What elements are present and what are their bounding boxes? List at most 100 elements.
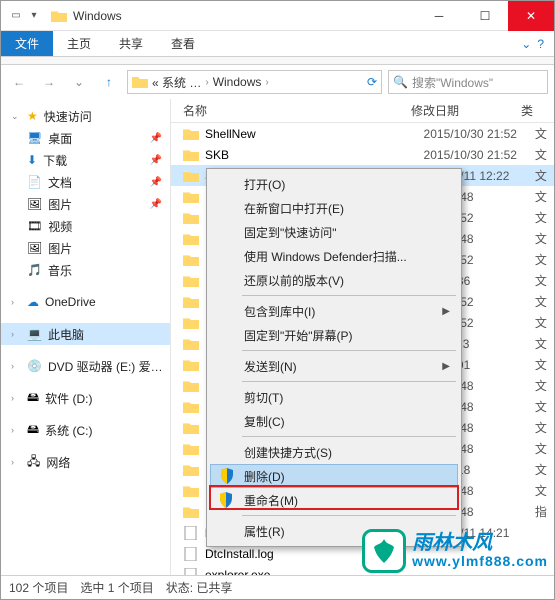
col-type[interactable]: 类	[521, 102, 541, 119]
nav-forward-button: →	[37, 70, 61, 94]
tab-share[interactable]: 共享	[105, 31, 157, 56]
maximize-button[interactable]: ☐	[462, 1, 508, 31]
picture-icon: 🖼	[27, 241, 42, 255]
status-selected: 选中 1 个项目	[80, 579, 153, 596]
file-type: 文	[535, 146, 554, 163]
col-name[interactable]: 名称	[171, 102, 411, 119]
ribbon-caret[interactable]: ⌄?	[521, 37, 554, 51]
ctx-sep	[242, 381, 456, 382]
column-headers[interactable]: 名称 修改日期 类	[171, 99, 554, 123]
file-name: SKB	[205, 148, 418, 162]
folder-icon	[183, 421, 199, 435]
sidebar-item-thispc[interactable]: ›💻此电脑	[1, 323, 170, 345]
ctx-cut[interactable]: 剪切(T)	[210, 385, 458, 409]
breadcrumb-a[interactable]: « 系统 …	[152, 74, 201, 91]
ctx-defender[interactable]: 使用 Windows Defender扫描...	[210, 244, 458, 268]
pc-icon: 💻	[27, 327, 42, 341]
ctx-rename[interactable]: 重命名(M)	[210, 488, 458, 512]
search-placeholder: 搜索"Windows"	[412, 74, 493, 91]
addr-folder-icon	[132, 75, 148, 89]
pin-icon: 📌	[150, 199, 162, 210]
pin-icon: 📌	[150, 177, 162, 188]
qat-new-icon[interactable]: ▾	[27, 9, 41, 23]
file-type: 文	[535, 419, 554, 436]
nav-up-button[interactable]: ↑	[97, 70, 121, 94]
sidebar-item-network[interactable]: ›🖧网络	[1, 451, 170, 473]
chevron-right-icon[interactable]: ›	[265, 77, 268, 88]
ctx-newwin[interactable]: 在新窗口中打开(E)	[210, 196, 458, 220]
refresh-button[interactable]: ⟳	[367, 75, 377, 89]
folder-icon	[183, 232, 199, 246]
qat: ▭ ▾	[9, 9, 41, 23]
file-date: 2015/10/30 21:52	[424, 127, 529, 141]
file-type: 文	[535, 251, 554, 268]
sidebar-item-desktop[interactable]: 🖥桌面📌	[1, 127, 170, 149]
tab-file[interactable]: 文件	[1, 31, 53, 56]
drive-icon: 🖴	[27, 388, 39, 409]
ctx-delete[interactable]: 删除(D)	[210, 464, 458, 488]
search-icon: 🔍	[393, 75, 408, 89]
document-icon: 📄	[27, 175, 42, 189]
col-date[interactable]: 修改日期	[411, 102, 521, 119]
window-folder-icon	[51, 8, 67, 24]
watermark: 雨林木风 www.ylmf888.com	[362, 529, 548, 573]
breadcrumb-b[interactable]: Windows	[213, 75, 262, 89]
file-name: ShellNew	[205, 127, 418, 141]
file-date: 2015/10/30 21:52	[424, 148, 529, 162]
sidebar-item-quick[interactable]: ⌄★快速访问	[1, 105, 170, 127]
pin-icon: 📌	[150, 155, 162, 166]
ribbon-collapsed	[1, 57, 554, 65]
ctx-sep	[242, 515, 456, 516]
tab-home[interactable]: 主页	[53, 31, 105, 56]
file-row[interactable]: ShellNew 2015/10/30 21:52 文	[171, 123, 554, 144]
ctx-shortcut[interactable]: 创建快捷方式(S)	[210, 440, 458, 464]
file-type: 文	[535, 125, 554, 142]
sidebar-item-onedrive[interactable]: ›☁OneDrive	[1, 291, 170, 313]
file-row[interactable]: SKB 2015/10/30 21:52 文	[171, 144, 554, 165]
folder-icon	[183, 463, 199, 477]
window-title: Windows	[73, 9, 122, 23]
nav-recent-button[interactable]: ⌄	[67, 70, 91, 94]
sidebar-item-downloads[interactable]: ⬇下载📌	[1, 149, 170, 171]
ctx-copy[interactable]: 复制(C)	[210, 409, 458, 433]
minimize-button[interactable]: ─	[416, 1, 462, 31]
picture-icon: 🖼	[27, 197, 42, 211]
ctx-open[interactable]: 打开(O)	[210, 172, 458, 196]
ribbon-tabs: 文件 主页 共享 查看 ⌄?	[1, 31, 554, 57]
ctx-include[interactable]: 包含到库中(I)▶	[210, 299, 458, 323]
sidebar-item-music[interactable]: 🎵音乐	[1, 259, 170, 281]
folder-icon	[183, 148, 199, 162]
nav-sidebar: ⌄★快速访问 🖥桌面📌 ⬇下载📌 📄文档📌 🖼图片📌 🎞视频 🖼图片 🎵音乐 ›…	[1, 99, 171, 575]
close-button[interactable]: ✕	[508, 1, 554, 31]
tab-view[interactable]: 查看	[157, 31, 209, 56]
ctx-sep	[242, 295, 456, 296]
sidebar-item-sys[interactable]: ›🖴系统 (C:)	[1, 419, 170, 441]
folder-icon	[183, 295, 199, 309]
file-type: 文	[535, 356, 554, 373]
ctx-restore[interactable]: 还原以前的版本(V)	[210, 268, 458, 292]
ctx-sendto[interactable]: 发送到(N)▶	[210, 354, 458, 378]
sidebar-item-videos[interactable]: 🎞视频	[1, 215, 170, 237]
file-type: 文	[535, 440, 554, 457]
sidebar-item-documents[interactable]: 📄文档📌	[1, 171, 170, 193]
search-input[interactable]: 🔍 搜索"Windows"	[388, 70, 548, 94]
chevron-right-icon[interactable]: ›	[205, 77, 208, 88]
sidebar-item-pictures2[interactable]: 🖼图片	[1, 237, 170, 259]
file-type: 文	[535, 461, 554, 478]
music-icon: 🎵	[27, 263, 42, 277]
status-state: 状态: 已共享	[166, 579, 233, 596]
chevron-right-icon: ▶	[442, 306, 450, 317]
network-icon: 🖧	[27, 452, 40, 473]
folder-icon	[183, 400, 199, 414]
sidebar-item-pictures[interactable]: 🖼图片📌	[1, 193, 170, 215]
qat-prop-icon[interactable]: ▭	[9, 9, 23, 23]
video-icon: 🎞	[27, 219, 42, 233]
sidebar-item-soft[interactable]: ›🖴软件 (D:)	[1, 387, 170, 409]
nav-back-button[interactable]: ←	[7, 70, 31, 94]
file-type: 文	[535, 188, 554, 205]
sidebar-item-dvd[interactable]: ›💿DVD 驱动器 (E:) 爱…	[1, 355, 170, 377]
ctx-pinquick[interactable]: 固定到"快速访问"	[210, 220, 458, 244]
folder-icon	[183, 190, 199, 204]
ctx-pinstart[interactable]: 固定到"开始"屏幕(P)	[210, 323, 458, 347]
address-bar[interactable]: « 系统 … › Windows › ⟳	[127, 70, 382, 94]
